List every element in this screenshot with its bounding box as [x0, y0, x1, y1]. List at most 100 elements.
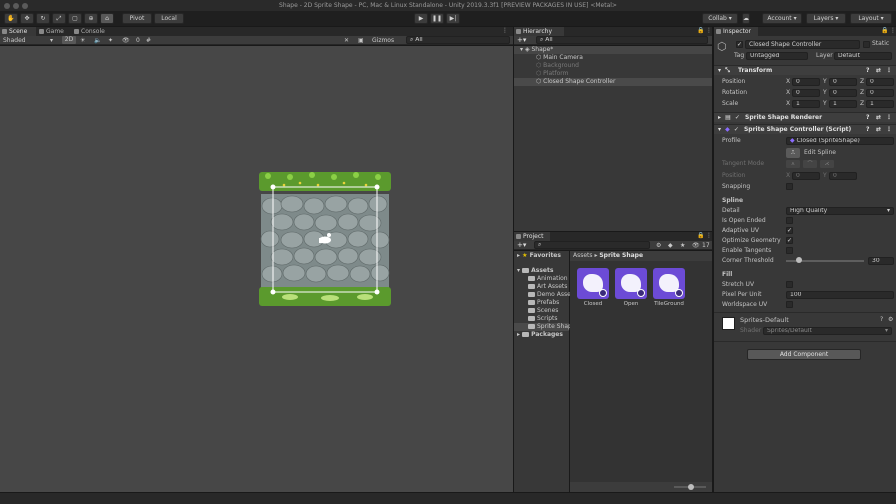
lock-icon[interactable]: 🔒 — [881, 27, 888, 34]
scene-search-input[interactable]: ⌕ All — [406, 36, 510, 44]
account-dropdown[interactable]: Account ▾ — [762, 13, 802, 24]
hierarchy-item[interactable]: ⬡ Platform — [536, 70, 568, 78]
tag-dropdown[interactable]: Untagged — [746, 52, 808, 60]
layout-dropdown[interactable]: Layout ▾ — [850, 13, 892, 24]
more-options-icon[interactable]: ⋮ — [706, 232, 712, 239]
component-menu-icon[interactable]: ⋮ — [886, 125, 892, 134]
foldout-icon[interactable]: ▸ — [718, 114, 721, 121]
packages-folder[interactable]: ▸ Packages — [517, 331, 563, 339]
help-icon[interactable]: ? — [866, 113, 869, 122]
tab-project[interactable]: Project — [514, 232, 550, 241]
sprite-shape-asset[interactable] — [615, 268, 647, 299]
enable-tangents-checkbox[interactable] — [786, 247, 793, 254]
layers-dropdown[interactable]: Layers ▾ — [806, 13, 846, 24]
static-checkbox[interactable] — [863, 41, 870, 48]
2d-toggle[interactable]: 2D — [62, 36, 76, 44]
project-search-input[interactable]: ⌕ — [534, 241, 650, 249]
spline-point[interactable] — [270, 289, 276, 295]
tangent-continuous-button[interactable]: ⌒ — [803, 160, 817, 168]
renderer-header[interactable]: ▸ ▤ ✓ Sprite Shape Renderer ? ⇄ ⋮ — [714, 112, 896, 122]
expand-icon[interactable]: ▾ — [520, 46, 523, 53]
more-options-icon[interactable]: ⋮ — [706, 27, 712, 34]
controller-header[interactable]: ▾ ◆ ✓ Sprite Shape Controller (Script) ?… — [714, 124, 896, 134]
foldout-icon[interactable]: ▾ — [718, 126, 721, 133]
rotation-z-input[interactable]: 0 — [866, 89, 894, 97]
sprite-shape-asset[interactable] — [577, 268, 609, 299]
camera-icon[interactable]: ▣ — [358, 37, 364, 44]
folder-item[interactable]: Prefabs — [528, 299, 559, 307]
folder-item[interactable]: Scripts — [528, 315, 558, 323]
tangent-broken-button[interactable]: ⋌ — [820, 160, 834, 168]
active-checkbox[interactable]: ✓ — [736, 41, 743, 48]
foldout-icon[interactable]: ▾ — [718, 67, 721, 74]
local-toggle[interactable]: Local — [154, 13, 184, 24]
corner-threshold-input[interactable]: 30 — [868, 257, 894, 265]
shading-dropdown[interactable]: Shaded — [3, 37, 26, 44]
layer-dropdown[interactable]: Default — [834, 52, 892, 60]
detail-dropdown[interactable]: High Quality ▾ — [786, 207, 894, 215]
point-position-x-input[interactable]: 0 — [792, 172, 820, 180]
collab-button[interactable]: Collab ▾ — [702, 13, 738, 24]
scale-tool-button[interactable]: ⤢ — [52, 13, 66, 24]
sprite-shape-asset[interactable] — [653, 268, 685, 299]
controller-enabled-check[interactable]: ✓ — [734, 126, 739, 133]
spline-point[interactable] — [374, 184, 380, 190]
move-tool-button[interactable]: ✥ — [20, 13, 34, 24]
lock-icon[interactable]: 🔒 — [697, 27, 704, 34]
play-button[interactable]: ▶ — [414, 13, 428, 24]
shader-dropdown[interactable]: Sprites/Default ▾ — [763, 327, 892, 335]
component-menu-icon[interactable]: ⋮ — [886, 66, 892, 75]
grid-icon[interactable]: # — [146, 37, 151, 44]
favorite-icon[interactable]: ★ — [680, 242, 685, 249]
more-options-icon[interactable]: ⋮ — [502, 27, 508, 34]
pause-button[interactable]: ❚❚ — [430, 13, 444, 24]
create-plus-icon[interactable]: +▾ — [517, 241, 526, 249]
breadcrumb-item[interactable]: Assets — [573, 252, 593, 259]
light-icon[interactable]: ☀ — [80, 37, 85, 44]
hierarchy-item[interactable]: ⬡ Background — [536, 62, 579, 70]
edit-spline-button[interactable]: ⎍ — [786, 148, 800, 158]
preset-icon[interactable]: ⇄ — [876, 125, 881, 134]
preset-icon[interactable]: ⇄ — [876, 66, 881, 75]
folder-item[interactable]: Art Assets — [528, 283, 567, 291]
renderer-enabled-check[interactable]: ✓ — [735, 114, 740, 121]
folder-item-selected[interactable]: Sprite Shap — [514, 323, 572, 331]
snapping-checkbox[interactable] — [786, 183, 793, 190]
position-z-input[interactable]: 0 — [866, 78, 894, 86]
preset-icon[interactable]: ⇄ — [876, 113, 881, 122]
spline-point[interactable] — [270, 184, 276, 190]
gear-icon[interactable]: ⚙ — [888, 316, 893, 323]
filter-type-icon[interactable]: ⚙ — [656, 242, 661, 249]
step-button[interactable]: ▶| — [446, 13, 460, 24]
hierarchy-item[interactable]: ⬡ Main Camera — [536, 54, 583, 62]
tab-inspector[interactable]: Inspector — [714, 27, 758, 36]
adaptive-uv-checkbox[interactable]: ✓ — [786, 227, 793, 234]
cloud-icon[interactable]: ☁ — [742, 13, 750, 24]
optimize-geometry-checkbox[interactable]: ✓ — [786, 237, 793, 244]
help-icon[interactable]: ? — [866, 66, 869, 75]
tab-console[interactable]: Console — [72, 27, 112, 36]
component-menu-icon[interactable]: ⋮ — [886, 113, 892, 122]
open-ended-checkbox[interactable] — [786, 217, 793, 224]
create-plus-icon[interactable]: +▾ — [517, 36, 526, 44]
scene-view[interactable] — [0, 46, 513, 492]
audio-icon[interactable]: 🔈 — [94, 37, 101, 44]
icon-size-slider-thumb[interactable] — [688, 484, 694, 490]
tab-scene[interactable]: Scene — [0, 27, 36, 36]
favorites-section[interactable]: ▸ ★ Favorites — [517, 252, 561, 260]
worldspace-uv-checkbox[interactable] — [786, 301, 793, 308]
pixel-per-unit-input[interactable]: 100 — [786, 291, 894, 299]
rotate-tool-button[interactable]: ↻ — [36, 13, 50, 24]
scale-z-input[interactable]: 1 — [866, 100, 894, 108]
transform-header[interactable]: ▾ ⤡ Transform ? ⇄ ⋮ — [714, 65, 896, 75]
effects-icon[interactable]: ✦ — [108, 37, 113, 44]
position-x-input[interactable]: 0 — [792, 78, 820, 86]
folder-item[interactable]: Demo Asse — [528, 291, 571, 299]
lock-icon[interactable]: 🔒 — [697, 232, 704, 239]
scale-y-input[interactable]: 1 — [829, 100, 857, 108]
position-y-input[interactable]: 0 — [829, 78, 857, 86]
help-icon[interactable]: ? — [866, 125, 869, 134]
tangent-linear-button[interactable]: ⋏ — [786, 160, 800, 168]
hidden-packages-icon[interactable]: 👁 — [692, 242, 700, 249]
rotation-y-input[interactable]: 0 — [829, 89, 857, 97]
